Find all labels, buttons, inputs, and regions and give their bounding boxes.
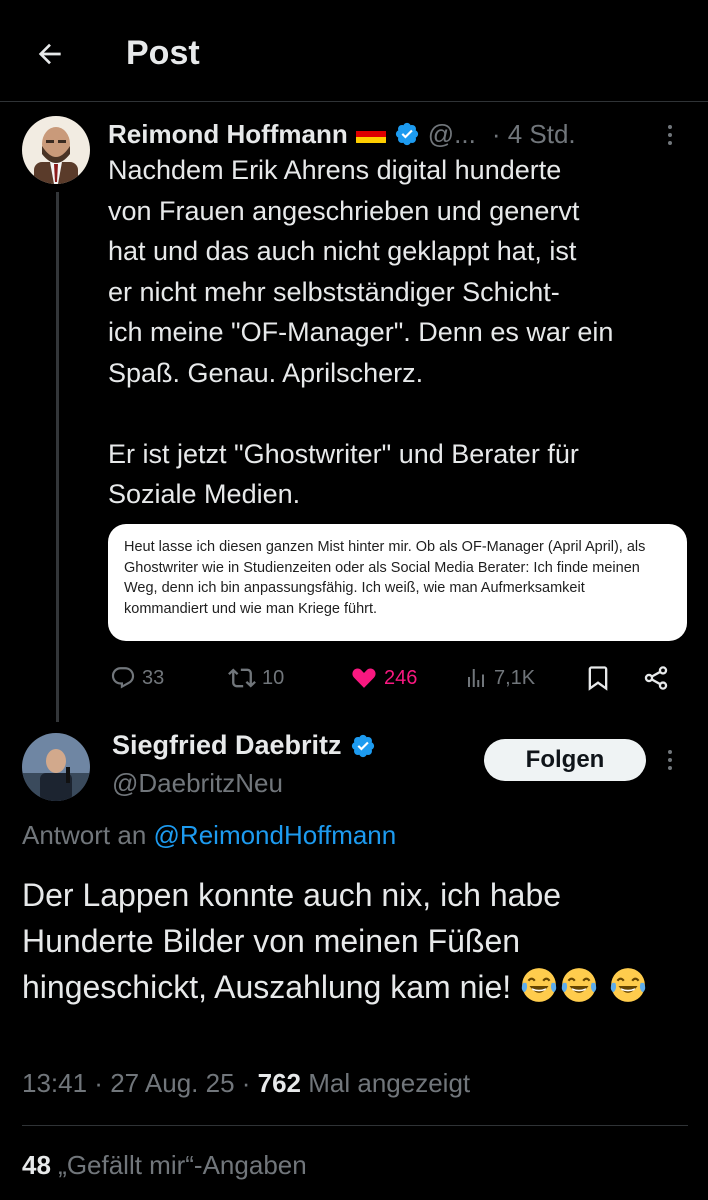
- bookmark-button[interactable]: [584, 660, 612, 696]
- more-options-icon[interactable]: [660, 120, 680, 150]
- share-icon: [644, 666, 668, 690]
- divider: [22, 1125, 688, 1126]
- reply-to-mention-link[interactable]: @ReimondHoffmann: [154, 820, 397, 850]
- top-bar: Post: [0, 0, 708, 102]
- tweet-header: Reimond Hoffmann @... · 4 Std.: [108, 116, 688, 152]
- heart-icon: [352, 668, 376, 688]
- post-time: · 4 Std.: [491, 118, 576, 149]
- repost-count: 10: [262, 666, 285, 689]
- like-button[interactable]: 246: [350, 660, 417, 696]
- reply-text: Der Lappen konnte auch nix, ich habe Hun…: [22, 877, 562, 1005]
- views-count: 7,1K: [494, 666, 536, 689]
- reply-count: 33: [142, 666, 165, 689]
- tears-of-joy-emoji-icon: [560, 966, 598, 1004]
- likes-summary[interactable]: 48 „Gefällt mir“-Angaben: [22, 1150, 307, 1181]
- views-chart-icon: [468, 669, 484, 687]
- likes-label: „Gefällt mir“-Angaben: [58, 1150, 307, 1180]
- reply-author-name[interactable]: Siegfried Daebritz: [112, 730, 342, 761]
- post-date: 27 Aug. 25: [110, 1068, 235, 1098]
- avatar[interactable]: [22, 116, 90, 184]
- author-handle[interactable]: @...: [428, 119, 476, 150]
- reply-author-handle[interactable]: @DaebritzNeu: [112, 768, 283, 799]
- quoted-screenshot-image[interactable]: Heut lasse ich diesen ganzen Mist hinter…: [108, 524, 687, 641]
- verified-badge-icon: [394, 121, 420, 147]
- quoted-image-text: Heut lasse ich diesen ganzen Mist hinter…: [124, 539, 646, 617]
- like-count: 246: [384, 666, 418, 689]
- reply-author-row: Siegfried Daebritz: [112, 730, 384, 761]
- tears-of-joy-emoji-icon: [609, 966, 647, 1004]
- follow-button[interactable]: Folgen: [484, 739, 646, 781]
- views-count: 762: [257, 1068, 302, 1098]
- germany-flag-icon: [355, 124, 386, 144]
- verified-badge-icon: [350, 733, 376, 759]
- bookmark-icon: [588, 666, 608, 691]
- post-time: 13:41: [22, 1068, 88, 1098]
- repost-icon: [228, 668, 256, 688]
- views-button[interactable]: 7,1K: [464, 660, 535, 696]
- share-button[interactable]: [642, 660, 670, 696]
- likes-count: 48: [22, 1150, 51, 1180]
- action-bar: 33 10 246 7,1K: [108, 660, 678, 696]
- reply-to-prefix: Antwort an: [22, 820, 147, 850]
- post-meta: 13:41 · 27 Aug. 25 · 762 Mal angezeigt: [22, 1068, 471, 1098]
- tears-of-joy-emoji-icon: [520, 966, 558, 1004]
- reply-button[interactable]: 33: [110, 660, 164, 696]
- page-title: Post: [126, 34, 200, 72]
- views-label: Mal angezeigt: [308, 1068, 471, 1098]
- tweet-text: Nachdem Erik Ahrens digital hunderte von…: [108, 155, 614, 509]
- more-options-icon[interactable]: [660, 745, 680, 775]
- reply-avatar[interactable]: [22, 733, 90, 801]
- reply-text-block: Der Lappen konnte auch nix, ich habe Hun…: [22, 872, 690, 1010]
- repost-button[interactable]: 10: [228, 660, 284, 696]
- reply-context: Antwort an @ReimondHoffmann: [22, 820, 396, 851]
- back-arrow-icon[interactable]: [30, 34, 70, 74]
- author-name[interactable]: Reimond Hoffmann: [108, 119, 348, 150]
- reply-icon: [111, 667, 135, 689]
- thread-connector: [56, 192, 59, 722]
